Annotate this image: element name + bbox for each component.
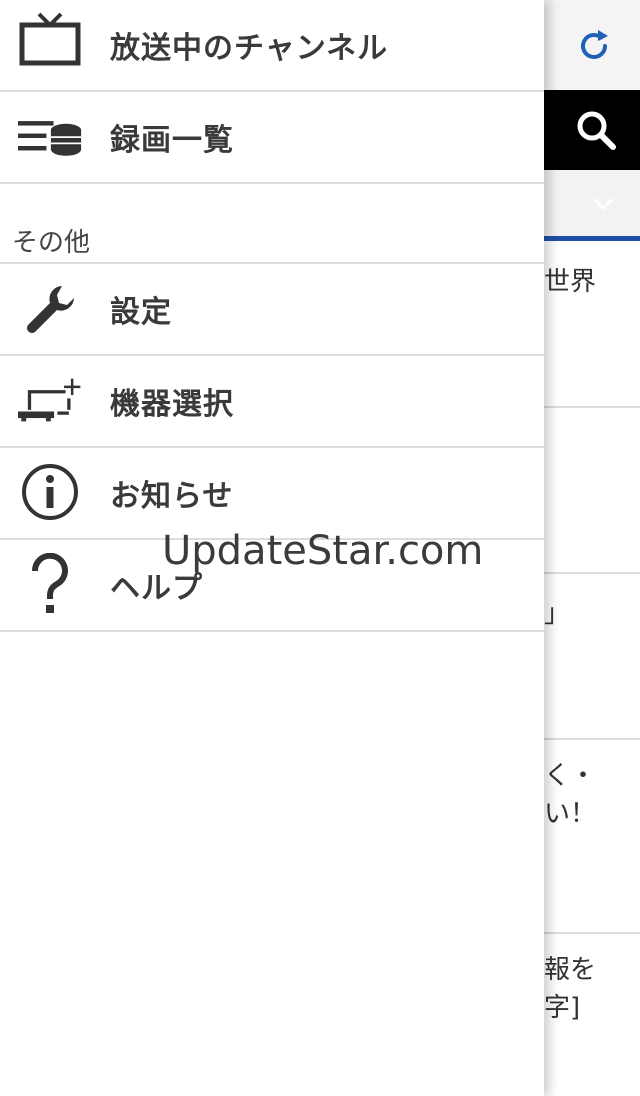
bg-snippet: く・ (544, 761, 597, 791)
watermark: UpdateStar.com (162, 528, 484, 574)
refresh-icon[interactable] (574, 26, 614, 66)
menu-item-settings[interactable]: 設定 (0, 264, 544, 356)
bg-divider (544, 406, 640, 408)
menu-item-notices[interactable]: お知らせ (0, 448, 544, 540)
chevron-down-icon[interactable] (590, 190, 616, 216)
menu-item-label: 録画一覧 (110, 123, 234, 158)
section-label-other: その他 (12, 228, 91, 258)
menu-item-label: 設定 (110, 295, 172, 330)
bg-accent-line (544, 236, 640, 241)
bg-snippet: 」 (544, 599, 571, 629)
menu-item-label: 機器選択 (110, 387, 234, 422)
wrench-icon (18, 278, 82, 342)
tv-icon (18, 6, 82, 70)
help-icon (18, 552, 82, 616)
bg-divider (544, 738, 640, 740)
menu-item-label: 放送中のチャンネル (110, 31, 389, 66)
menu-item-device-select[interactable]: 機器選択 (0, 356, 544, 448)
device-add-icon (18, 368, 82, 432)
bg-divider (544, 932, 640, 934)
menu-item-live-channels[interactable]: 放送中のチャンネル (0, 0, 544, 92)
bg-snippet: 報を (544, 955, 597, 985)
info-icon (18, 460, 82, 524)
bg-divider (544, 572, 640, 574)
menu-item-recordings[interactable]: 録画一覧 (0, 92, 544, 184)
bg-snippet: 世界 (544, 267, 597, 297)
menu-item-label: お知らせ (110, 479, 234, 514)
bg-snippet: い！ (544, 799, 597, 829)
recordings-list-icon (18, 106, 82, 170)
search-icon[interactable] (574, 108, 618, 152)
bg-snippet: 字] (544, 993, 581, 1023)
